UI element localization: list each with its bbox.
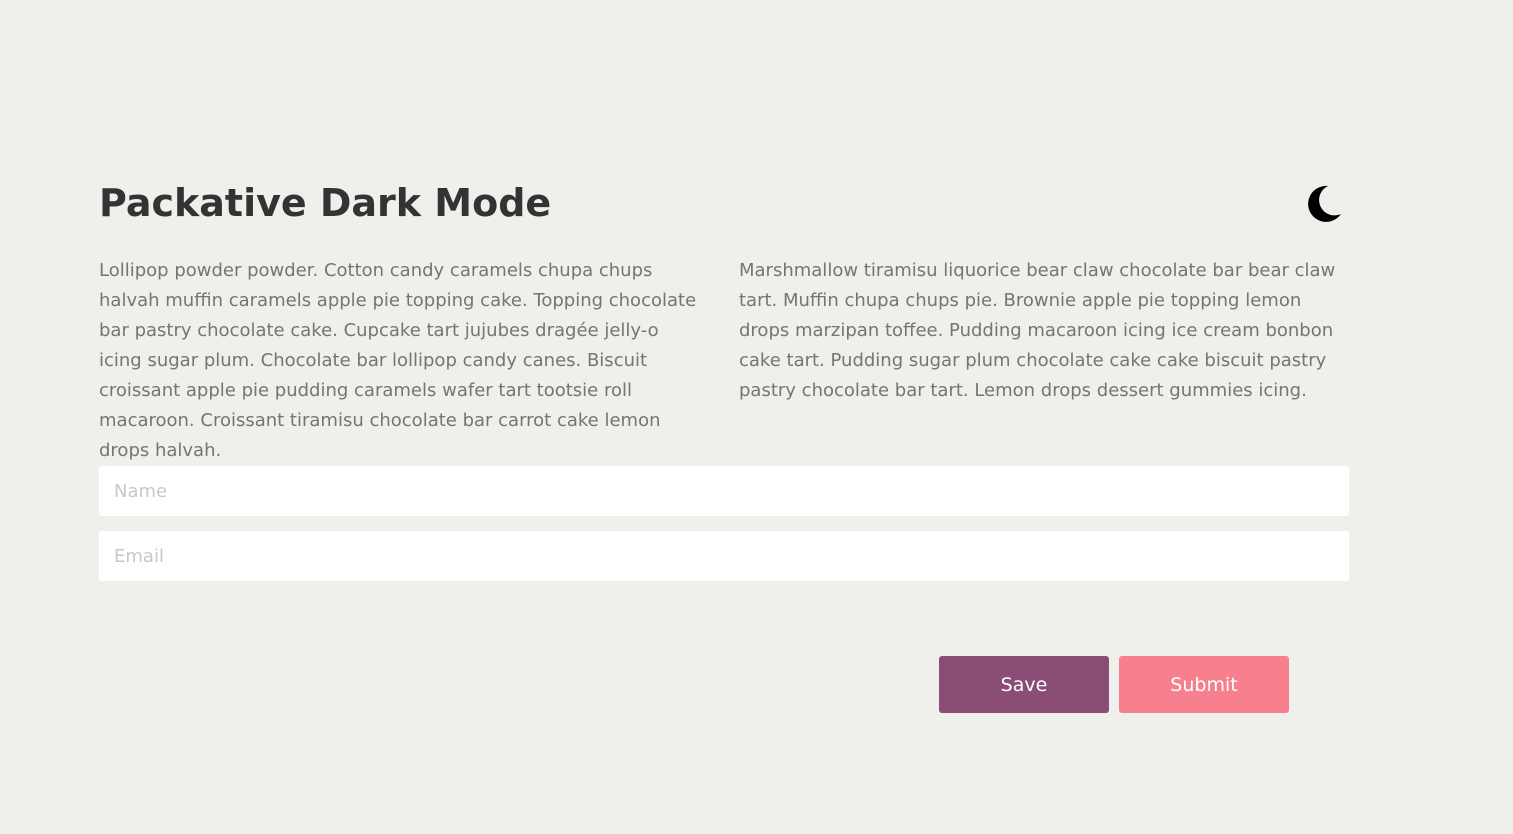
email-input[interactable] bbox=[99, 531, 1349, 581]
intro-paragraph-right: Marshmallow tiramisu liquorice bear claw… bbox=[739, 260, 1336, 401]
intro-paragraph-left: Lollipop powder powder. Cotton candy car… bbox=[99, 260, 697, 461]
submit-button[interactable]: Submit bbox=[1119, 656, 1289, 713]
save-button[interactable]: Save bbox=[939, 656, 1109, 713]
name-input[interactable] bbox=[99, 466, 1349, 516]
page-title: Packative Dark Mode bbox=[99, 181, 552, 225]
moon-icon bbox=[1308, 185, 1341, 222]
theme-toggle-button[interactable] bbox=[1303, 184, 1343, 224]
